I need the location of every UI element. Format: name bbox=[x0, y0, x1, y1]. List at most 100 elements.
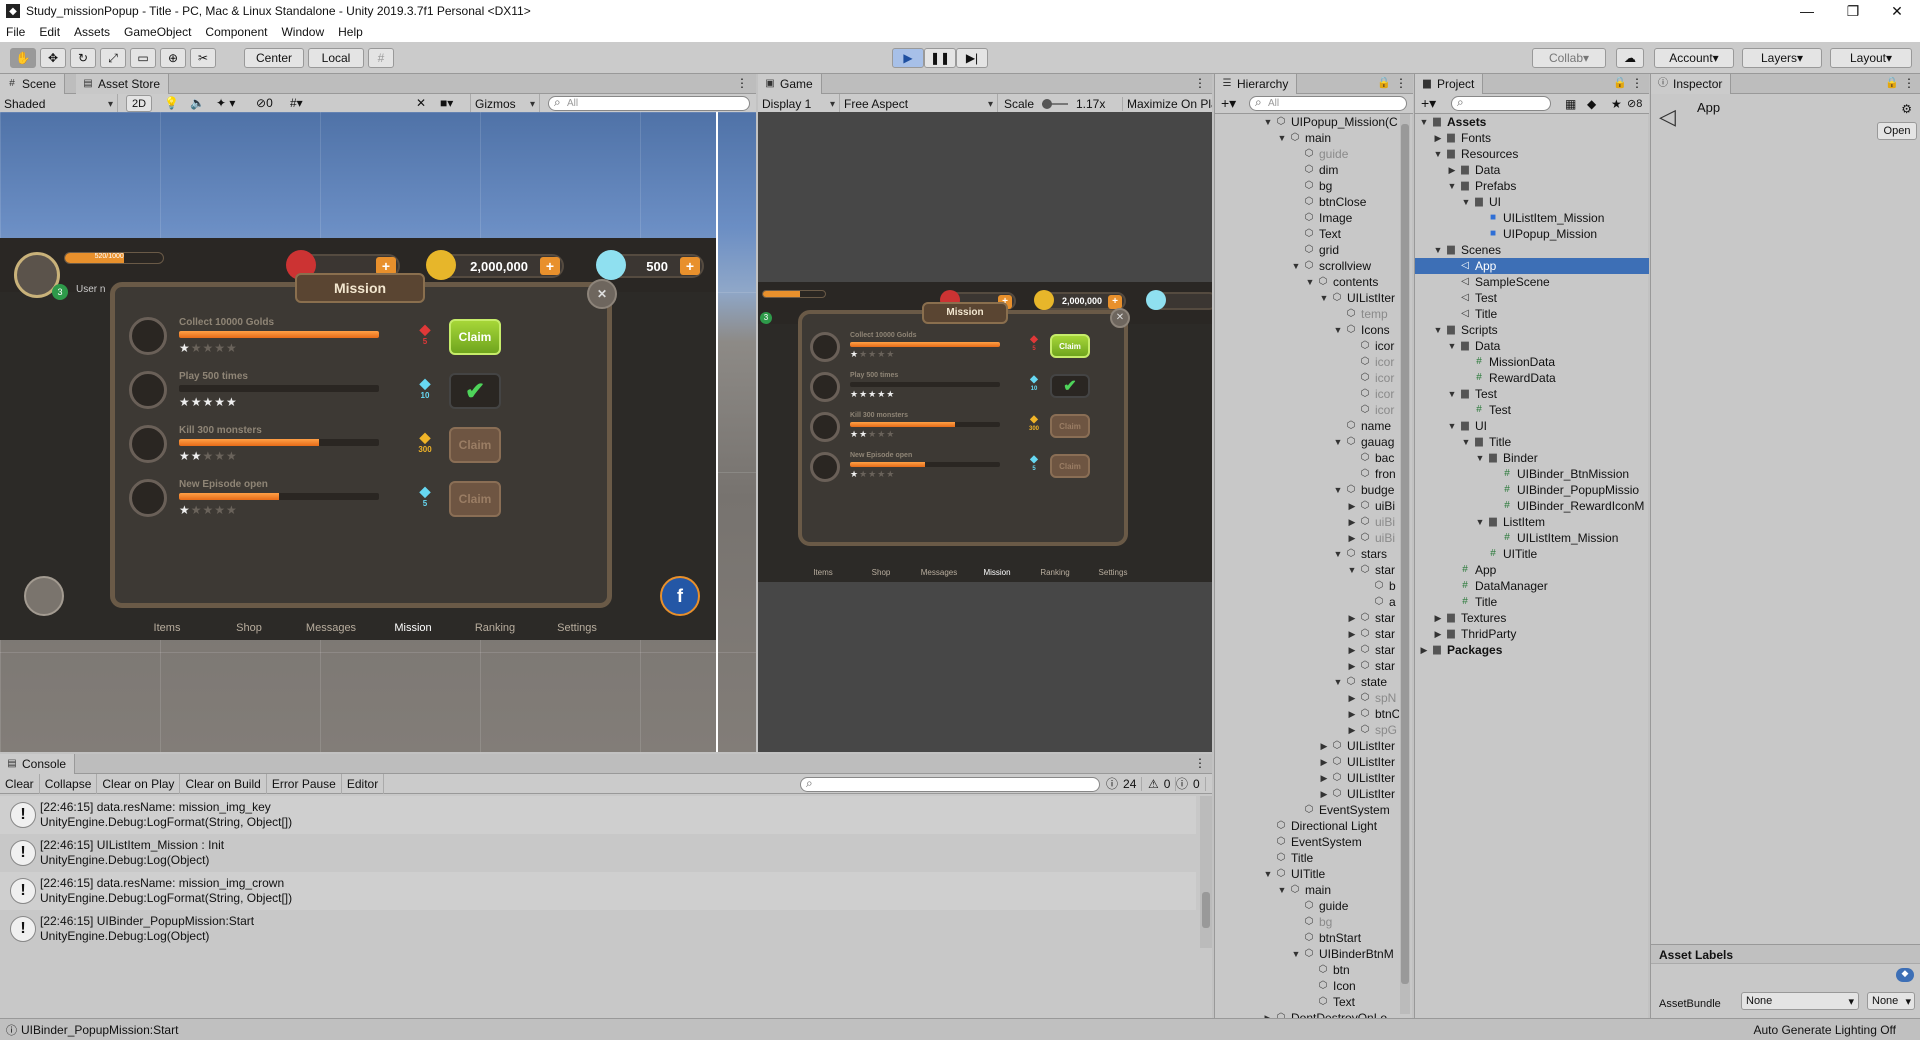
hierarchy-item[interactable]: ⬡ icor bbox=[1215, 370, 1399, 386]
layers-dropdown[interactable]: Layers ▾ bbox=[1742, 48, 1822, 68]
step-button[interactable]: ▶| bbox=[956, 48, 988, 68]
search-by-label-icon[interactable]: ◆ bbox=[1587, 97, 1596, 111]
expand-right-icon[interactable]: ▶ bbox=[1347, 722, 1357, 738]
expand-right-icon[interactable]: ▶ bbox=[1347, 530, 1357, 546]
console-editor-dropdown[interactable]: Editor bbox=[342, 773, 385, 794]
camera-icon[interactable]: ■▾ bbox=[440, 96, 453, 110]
scale-slider[interactable] bbox=[1042, 99, 1068, 109]
hierarchy-item[interactable]: ▼ ⬡ UIListIter bbox=[1215, 290, 1399, 306]
scene-menu-icon[interactable]: ⋮ bbox=[736, 76, 748, 90]
hierarchy-item[interactable]: ⬡ name bbox=[1215, 418, 1399, 434]
hierarchy-item[interactable]: ⬡ EventSystem bbox=[1215, 834, 1399, 850]
hierarchy-item[interactable]: ▼ ⬡ gauag bbox=[1215, 434, 1399, 450]
project-item[interactable]: ▼ ▆ Scripts bbox=[1415, 322, 1649, 338]
console-clear-on-build-button[interactable]: Clear on Build bbox=[180, 773, 267, 794]
project-item[interactable]: # UIBinder_PopupMissio bbox=[1415, 482, 1649, 498]
hierarchy-item[interactable]: ▶ ⬡ UIListIter bbox=[1215, 754, 1399, 770]
project-item[interactable]: ◁ Title bbox=[1415, 306, 1649, 322]
hierarchy-item[interactable]: ⬡ temp bbox=[1215, 306, 1399, 322]
project-search-input[interactable] bbox=[1451, 95, 1551, 111]
hierarchy-scrollbar[interactable] bbox=[1400, 114, 1410, 1014]
close-button[interactable]: ✕ bbox=[1874, 0, 1920, 22]
move-tool-button[interactable]: ✥ bbox=[40, 48, 66, 68]
hierarchy-item[interactable]: ⬡ btn bbox=[1215, 962, 1399, 978]
game-nav-mission[interactable]: Mission bbox=[968, 568, 1026, 577]
project-item[interactable]: ■ UIListItem_Mission bbox=[1415, 210, 1649, 226]
project-item[interactable]: ▼ ▆ Title bbox=[1415, 434, 1649, 450]
game-nav-messages[interactable]: Messages bbox=[910, 568, 968, 577]
hierarchy-item[interactable]: ▶ ⬡ uiBi bbox=[1215, 498, 1399, 514]
tab-inspector[interactable]: ⓘ Inspector bbox=[1651, 74, 1732, 94]
hierarchy-item[interactable]: ▼ ⬡ budge bbox=[1215, 482, 1399, 498]
game-view[interactable]: 3 + 2,000,000 + Mission ✕ Collect 10000 G… bbox=[758, 112, 1212, 752]
hierarchy-item[interactable]: ⬡ guide bbox=[1215, 898, 1399, 914]
expand-right-icon[interactable]: ▶ bbox=[1319, 738, 1329, 754]
hierarchy-item[interactable]: ⬡ Title bbox=[1215, 850, 1399, 866]
lighting-icon[interactable]: 💡 bbox=[164, 96, 179, 110]
scene-claim-button[interactable]: Claim bbox=[449, 427, 501, 463]
scene-nav-shop[interactable]: Shop bbox=[208, 622, 290, 634]
expand-right-icon[interactable]: ▶ bbox=[1263, 1010, 1273, 1018]
menu-edit[interactable]: Edit bbox=[39, 25, 60, 39]
expand-right-icon[interactable]: ▶ bbox=[1433, 626, 1443, 642]
audio-icon[interactable]: 🔈 bbox=[190, 96, 205, 110]
scene-search-input[interactable]: All bbox=[548, 95, 750, 111]
project-item[interactable]: # DataManager bbox=[1415, 578, 1649, 594]
expand-down-icon[interactable]: ▼ bbox=[1333, 482, 1343, 498]
menu-file[interactable]: File bbox=[6, 25, 25, 39]
hierarchy-item[interactable]: ▼ ⬡ main bbox=[1215, 130, 1399, 146]
hierarchy-item[interactable]: ⬡ a bbox=[1215, 594, 1399, 610]
console-search-input[interactable] bbox=[800, 776, 1100, 792]
scene-nav-mission[interactable]: Mission bbox=[372, 622, 454, 634]
console-error-pause-button[interactable]: Error Pause bbox=[267, 773, 342, 794]
console-error-count-toggle[interactable]: ⓘ 0 bbox=[1176, 774, 1206, 794]
display-dropdown[interactable]: Display 1 bbox=[758, 94, 840, 114]
expand-down-icon[interactable]: ▼ bbox=[1291, 258, 1301, 274]
project-item[interactable]: # RewardData bbox=[1415, 370, 1649, 386]
hierarchy-item[interactable]: ▼ ⬡ stars bbox=[1215, 546, 1399, 562]
hierarchy-item[interactable]: ⬡ bac bbox=[1215, 450, 1399, 466]
inspector-lock-icon[interactable]: 🔒 bbox=[1885, 76, 1899, 89]
inspector-open-button[interactable]: Open bbox=[1877, 122, 1917, 140]
hierarchy-item[interactable]: ▼ ⬡ UIPopup_Mission(C bbox=[1215, 114, 1399, 130]
scene-nav-items[interactable]: Items bbox=[126, 622, 208, 634]
expand-down-icon[interactable]: ▼ bbox=[1475, 514, 1485, 530]
scene-nav-messages[interactable]: Messages bbox=[290, 622, 372, 634]
hierarchy-item[interactable]: ▶ ⬡ spG bbox=[1215, 722, 1399, 738]
hierarchy-item[interactable]: ▼ ⬡ Icons bbox=[1215, 322, 1399, 338]
project-menu-icon[interactable]: ⋮ bbox=[1631, 76, 1643, 90]
scene-nav-settings[interactable]: Settings bbox=[536, 622, 618, 634]
hierarchy-item[interactable]: ▶ ⬡ spN bbox=[1215, 690, 1399, 706]
scene-facebook-button[interactable]: f bbox=[660, 576, 700, 616]
hidden-objects-icon[interactable]: ⊘0 bbox=[256, 96, 273, 110]
hierarchy-item[interactable]: ▶ ⬡ btnC bbox=[1215, 706, 1399, 722]
project-item[interactable]: # App bbox=[1415, 562, 1649, 578]
game-claim-button[interactable]: Claim bbox=[1050, 334, 1090, 358]
aspect-dropdown[interactable]: Free Aspect bbox=[840, 94, 998, 114]
hierarchy-item[interactable]: ⬡ Icon bbox=[1215, 978, 1399, 994]
custom-tool-button[interactable]: ✂ bbox=[190, 48, 216, 68]
project-item[interactable]: # Test bbox=[1415, 402, 1649, 418]
project-item[interactable]: ■ UIPopup_Mission bbox=[1415, 226, 1649, 242]
hierarchy-item[interactable]: ⬡ Text bbox=[1215, 994, 1399, 1010]
expand-down-icon[interactable]: ▼ bbox=[1447, 386, 1457, 402]
grid-icon[interactable]: #▾ bbox=[290, 96, 303, 110]
scene-claim-button[interactable]: Claim bbox=[449, 319, 501, 355]
asset-label-tag-icon[interactable]: ◆ bbox=[1896, 968, 1914, 982]
hierarchy-item[interactable]: ▶ ⬡ DontDestroyOnLo bbox=[1215, 1010, 1399, 1018]
game-nav-settings[interactable]: Settings bbox=[1084, 568, 1142, 577]
console-scrollbar[interactable] bbox=[1200, 796, 1212, 948]
project-item[interactable]: ▼ ▆ Binder bbox=[1415, 450, 1649, 466]
hierarchy-search-input[interactable]: All bbox=[1249, 95, 1407, 111]
expand-down-icon[interactable]: ▼ bbox=[1319, 290, 1329, 306]
console-clear-on-play-button[interactable]: Clear on Play bbox=[97, 773, 181, 794]
scene-nav-ranking[interactable]: Ranking bbox=[454, 622, 536, 634]
rotate-tool-button[interactable]: ↻ bbox=[70, 48, 96, 68]
hierarchy-item[interactable]: ⬡ bg bbox=[1215, 914, 1399, 930]
project-item[interactable]: ▶ ▆ Fonts bbox=[1415, 130, 1649, 146]
favorites-icon[interactable]: ★ bbox=[1611, 97, 1622, 111]
expand-right-icon[interactable]: ▶ bbox=[1347, 498, 1357, 514]
project-item[interactable]: ▼ ▆ Resources bbox=[1415, 146, 1649, 162]
expand-right-icon[interactable]: ▶ bbox=[1347, 658, 1357, 674]
project-item[interactable]: # UITitle bbox=[1415, 546, 1649, 562]
